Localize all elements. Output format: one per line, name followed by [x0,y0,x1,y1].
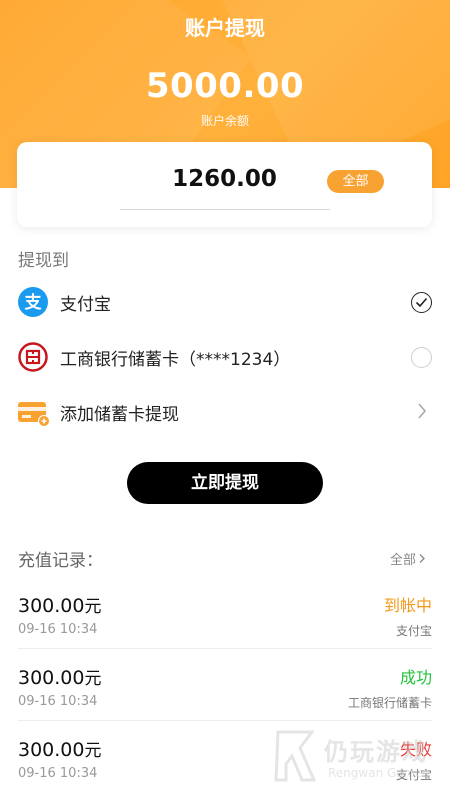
watermark-text: 仍玩游戏 [324,738,428,766]
divider [18,720,432,721]
method-label: 支付宝 [60,295,111,315]
watermark-subtext: Rengwan Games [328,766,429,780]
record-time: 09-16 10:34 [18,694,98,709]
record-time: 09-16 10:34 [18,622,98,637]
records-all-label: 全部 [390,553,417,568]
record-destination: 支付宝 [395,624,432,638]
records-all-link[interactable]: 全部 [390,549,426,568]
radio-unselected[interactable] [411,347,432,368]
record-amount-value: 300.00 [18,739,85,761]
withdraw-all-button[interactable]: 全部 [327,170,384,193]
chevron-right-icon [414,401,430,421]
record-amount-value: 300.00 [18,595,85,617]
withdraw-to-title: 提现到 [18,251,69,271]
method-icbc[interactable]: 工商银行储蓄卡（****1234） [0,337,450,377]
record-destination: 工商银行储蓄卡 [347,696,432,710]
alipay-icon: 支 [17,286,49,318]
divider [18,648,432,649]
svg-text:支: 支 [25,292,43,313]
chevron-right-icon [418,553,426,568]
amount-underline [120,209,330,210]
watermark-logo-icon [274,730,317,782]
record-status: 成功 [399,668,432,687]
record-status: 到帐中 [383,596,432,615]
record-row[interactable]: 300.00元 09-16 10:34 成功 工商银行储蓄卡 [0,650,450,722]
record-time: 09-16 10:34 [18,766,98,781]
record-amount-unit: 元 [84,597,102,617]
record-amount: 300.00元 [18,592,101,617]
page-title: 账户提现 [185,16,265,40]
method-alipay[interactable]: 支 支付宝 [0,282,450,322]
withdraw-now-button[interactable]: 立即提现 [127,462,323,504]
balance-amount: 5000.00 [145,66,305,106]
icbc-icon [17,341,49,373]
record-amount: 300.00元 [18,664,101,689]
method-label: 工商银行储蓄卡（****1234） [60,350,291,370]
add-card-icon [17,396,50,428]
radio-selected[interactable] [411,292,432,313]
watermark: 仍玩游戏 Rengwan Games [272,726,442,794]
records-title: 充值记录： [18,551,103,571]
record-amount-unit: 元 [84,741,102,761]
method-label: 添加储蓄卡提现 [60,405,179,425]
record-amount-unit: 元 [84,669,102,689]
balance-label: 账户余额 [200,114,249,128]
record-row[interactable]: 300.00元 09-16 10:34 到帐中 支付宝 [0,578,450,650]
record-amount-value: 300.00 [18,667,85,689]
amount-card: 1260.00 全部 [17,142,432,227]
record-amount: 300.00元 [18,736,101,761]
add-card-row[interactable]: 添加储蓄卡提现 [0,392,450,432]
